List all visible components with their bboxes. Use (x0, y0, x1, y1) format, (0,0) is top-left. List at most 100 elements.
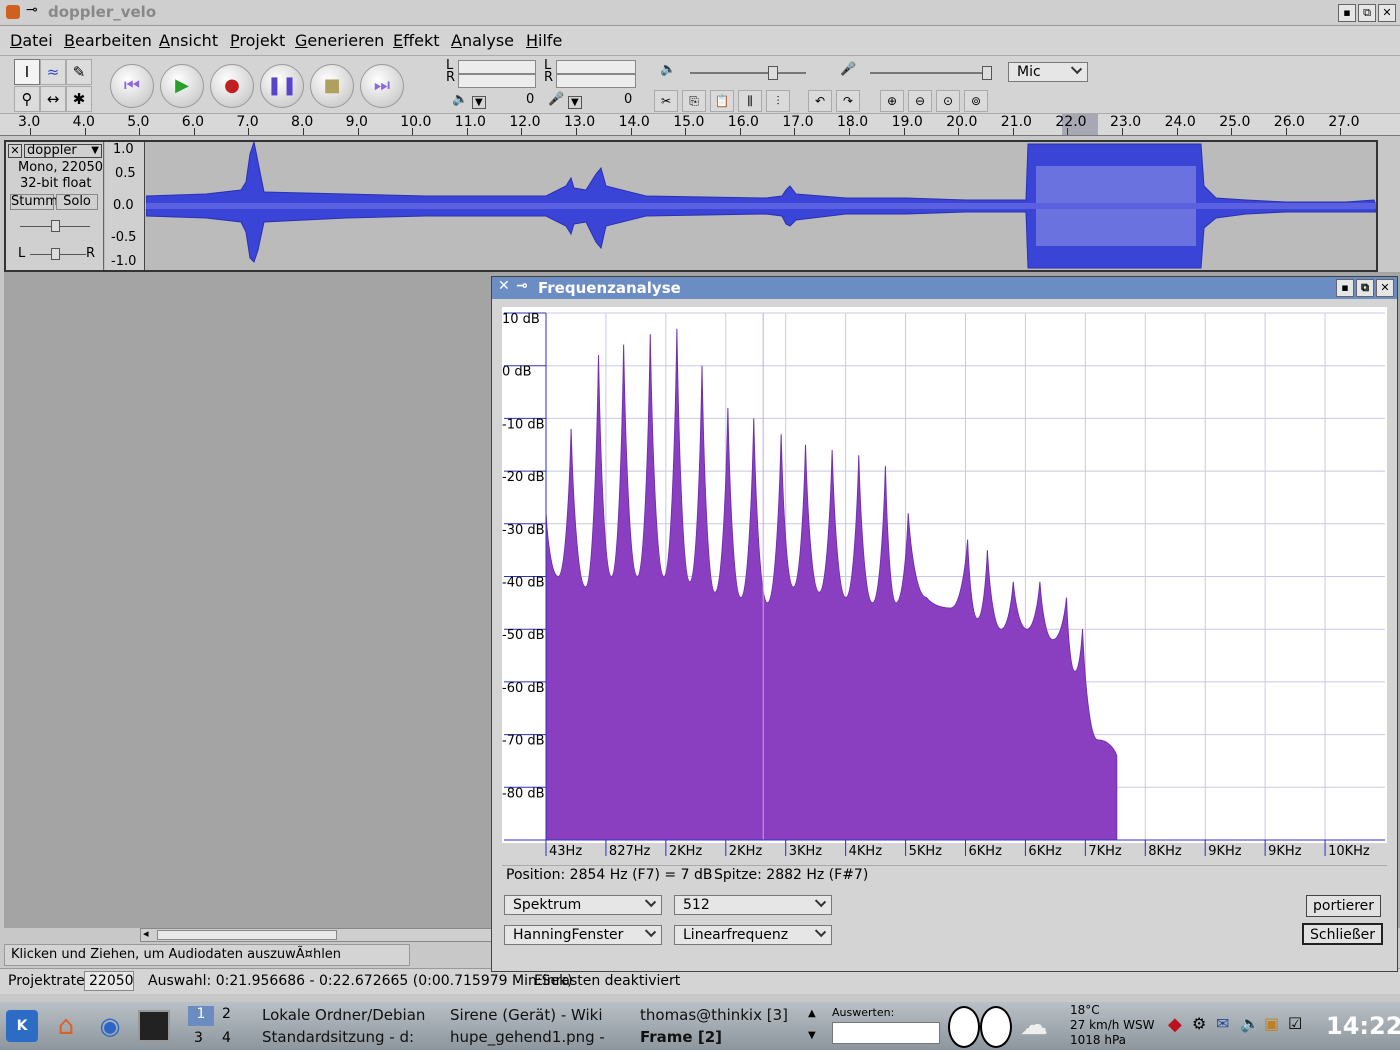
fit-selection-icon[interactable]: ⊙ (936, 90, 960, 112)
solo-button[interactable]: Solo (56, 194, 98, 210)
menu-effekt[interactable]: Effekt (393, 31, 440, 50)
desktop-pager[interactable]: 1 2 3 4 (182, 1004, 246, 1048)
task-item[interactable]: hupe_gehend1.png - (450, 1028, 626, 1046)
x-tick-label: 827Hz (609, 844, 651, 859)
home-icon[interactable]: ⌂ (50, 1010, 82, 1042)
search-input[interactable] (832, 1022, 940, 1044)
desktop-4[interactable]: 4 (222, 1030, 231, 1046)
envelope-tool-icon[interactable]: ≈ (40, 59, 66, 85)
ruler-tick-label: 25.0 (1219, 114, 1251, 130)
zoom-tool-icon[interactable]: ⚲ (14, 86, 40, 112)
menu-generieren[interactable]: Generieren (295, 31, 384, 50)
play-meter-dropdown-icon[interactable]: ▼ (472, 96, 486, 109)
timeshift-tool-icon[interactable]: ↔ (40, 86, 66, 112)
algorithm-value: Spektrum (513, 897, 582, 913)
minimize-button[interactable]: ▪ (1338, 4, 1356, 22)
tray-mail-icon[interactable]: ✉ (1216, 1014, 1229, 1033)
pan-thumb[interactable] (51, 248, 60, 260)
silence-icon[interactable]: ⫶ (766, 90, 790, 112)
multi-tool-icon[interactable]: ✱ (66, 86, 92, 112)
paste-icon[interactable]: 📋 (710, 90, 734, 112)
close-dialog-button[interactable]: Schließer (1302, 923, 1384, 945)
draw-tool-icon[interactable]: ✎ (66, 59, 92, 85)
zoom-out-icon[interactable]: ⊖ (908, 90, 932, 112)
tray-volume-icon[interactable]: 🔈 (1240, 1014, 1260, 1033)
desktop-2[interactable]: 2 (222, 1006, 231, 1022)
spectrum-area (545, 328, 1118, 841)
mute-button[interactable]: Stumm (10, 194, 58, 210)
copy-icon[interactable]: ⎘ (682, 90, 706, 112)
desktop-3[interactable]: 3 (194, 1030, 203, 1046)
chevron-down-icon (644, 895, 657, 908)
ruler-tick (1231, 128, 1233, 135)
ruler-tick-label: 17.0 (782, 114, 814, 130)
rec-meter-dropdown-icon[interactable]: ▼ (568, 96, 582, 109)
pin-icon[interactable]: ⊸ (26, 2, 38, 18)
x-tick-label: 4KHz (849, 844, 883, 859)
task-item[interactable]: Sirene (Gerät) - Wiki (450, 1006, 626, 1024)
gain-thumb[interactable] (51, 220, 60, 232)
tray-clipboard-icon[interactable]: ▣ (1264, 1014, 1279, 1033)
tray-settings-icon[interactable]: ☑ (1288, 1014, 1302, 1033)
task-item[interactable]: Lokale Ordner/Debian (262, 1006, 438, 1024)
waveform-display[interactable] (146, 142, 1376, 270)
track-name-menu[interactable]: doppler ▼ (24, 144, 102, 158)
ruler-tick (193, 128, 195, 135)
task-item[interactable]: thomas@thinkix [3] (640, 1006, 800, 1024)
menu-projekt[interactable]: Projekt (230, 31, 285, 50)
cut-icon[interactable]: ✂ (654, 90, 678, 112)
record-button[interactable]: ● (210, 64, 254, 108)
ruler-tick-label: 22.0 (1055, 114, 1087, 130)
trim-icon[interactable]: ⫼ (738, 90, 762, 112)
task-scroll-down-icon[interactable]: ▼ (808, 1030, 816, 1041)
play-button[interactable]: ▶ (160, 64, 204, 108)
pause-button[interactable]: ❚❚ (260, 64, 304, 108)
scroll-left-icon[interactable]: ◂ (143, 927, 149, 940)
desktop-1[interactable]: 1 (188, 1006, 214, 1026)
input-volume-slider[interactable] (870, 72, 990, 74)
maximize-button[interactable]: ⧉ (1358, 4, 1376, 22)
task-scroll-icon[interactable]: ▲ (808, 1008, 816, 1019)
stop-button[interactable]: ■ (310, 64, 354, 108)
ruler-tick-label: 13.0 (564, 114, 596, 130)
fit-project-icon[interactable]: ⊚ (964, 90, 988, 112)
scroll-thumb[interactable] (157, 930, 337, 940)
menu-datei[interactable]: Datei (10, 31, 53, 50)
tray-ruby-icon[interactable]: ◆ (1168, 1014, 1182, 1035)
kde-menu-icon[interactable]: K (6, 1010, 38, 1042)
tray-network-icon[interactable]: ⚙ (1192, 1014, 1206, 1033)
algorithm-select[interactable]: Spektrum (504, 895, 662, 915)
project-rate-field[interactable]: 22050 (84, 971, 134, 991)
output-volume-thumb[interactable] (768, 66, 778, 80)
output-volume-slider[interactable] (690, 72, 806, 74)
menu-bearbeiten[interactable]: Bearbeiten (64, 31, 152, 50)
window-function-select[interactable]: HanningFenster (504, 925, 662, 945)
weather-pressure: 1018 hPa (1070, 1033, 1127, 1047)
ruler-tick-label: 16.0 (727, 114, 759, 130)
terminal-icon[interactable] (138, 1010, 170, 1042)
size-value: 512 (683, 897, 710, 913)
input-source-select[interactable]: Mic (1008, 62, 1088, 82)
selection-tool-icon[interactable]: I (14, 59, 40, 85)
task-item[interactable]: Standardsitzung - d: (262, 1028, 438, 1046)
export-button[interactable]: portierer (1306, 895, 1382, 917)
clock[interactable]: 14:22 (1326, 1012, 1400, 1040)
axis-mode-select[interactable]: Linearfrequenz (674, 925, 832, 945)
menu-analyse[interactable]: Analyse (451, 31, 514, 50)
size-select[interactable]: 512 (674, 895, 832, 915)
browser-icon[interactable]: ◉ (94, 1010, 126, 1042)
close-button[interactable]: ✕ (1378, 4, 1396, 22)
skip-start-button[interactable]: ⏮ (110, 64, 154, 108)
undo-icon[interactable]: ↶ (808, 90, 832, 112)
track-close-icon[interactable]: ✕ (8, 144, 22, 158)
redo-icon[interactable]: ↷ (836, 90, 860, 112)
scale-label: -0.5 (111, 230, 137, 245)
horizontal-scrollbar[interactable]: ◂ (140, 927, 492, 942)
skip-end-button[interactable]: ⏭ (360, 64, 404, 108)
zoom-in-icon[interactable]: ⊕ (880, 90, 904, 112)
menu-hilfe[interactable]: Hilfe (526, 31, 562, 50)
task-item-active[interactable]: Frame [2] (640, 1028, 800, 1046)
input-volume-thumb[interactable] (982, 66, 992, 80)
menu-ansicht[interactable]: Ansicht (159, 31, 218, 50)
timeline-ruler[interactable]: 3.0 4.0 5.0 6.0 7.0 8.0 9.0 10.0 11.0 12.0 13.0 14.… (0, 114, 1400, 136)
